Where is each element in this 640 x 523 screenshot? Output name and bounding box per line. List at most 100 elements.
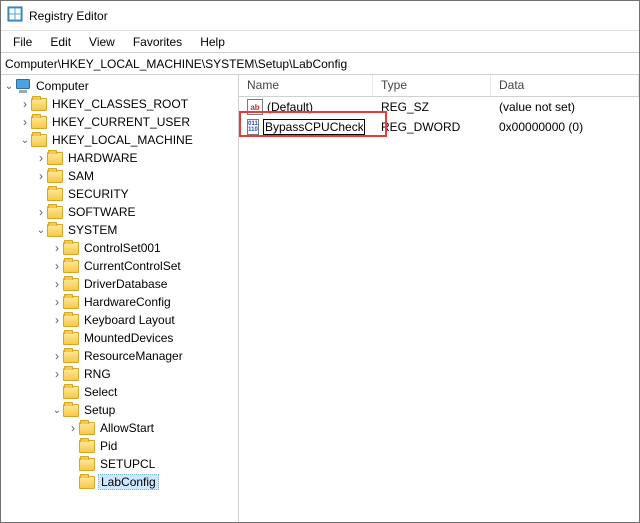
expander-icon[interactable] [51,259,63,273]
tree-label: Setup [82,403,117,417]
value-type: REG_SZ [373,100,491,114]
tree-node-hkcu[interactable]: HKEY_CURRENT_USER [1,113,238,131]
expander-icon[interactable] [51,313,63,327]
tree-label: SAM [66,169,96,183]
expander-icon[interactable] [51,349,63,363]
folder-icon [63,314,79,327]
column-header-data[interactable]: Data [491,75,639,96]
tree-label: Select [82,385,119,399]
tree-node-hklm[interactable]: HKEY_LOCAL_MACHINE [1,131,238,149]
address-text: Computer\HKEY_LOCAL_MACHINE\SYSTEM\Setup… [5,57,347,71]
menu-edit[interactable]: Edit [42,33,79,51]
window-title: Registry Editor [29,9,108,23]
value-data: (value not set) [491,100,639,114]
folder-icon [31,116,47,129]
value-type: REG_DWORD [373,120,491,134]
tree-label: DriverDatabase [82,277,169,291]
expander-icon[interactable] [19,135,31,146]
app-icon [7,6,23,25]
list-header: Name Type Data [239,75,639,97]
tree-label: SETUPCL [98,457,157,471]
column-header-type[interactable]: Type [373,75,491,96]
folder-icon [63,368,79,381]
tree-label: Pid [98,439,119,453]
expander-icon[interactable] [35,151,47,165]
dword-value-icon: 011110 [247,119,259,135]
tree-label: Keyboard Layout [82,313,177,327]
tree-node-resourcemanager[interactable]: ResourceManager [1,347,238,365]
tree-node-currentcontrolset[interactable]: CurrentControlSet [1,257,238,275]
folder-icon [63,260,79,273]
tree-node-allowstart[interactable]: AllowStart [1,419,238,437]
value-data: 0x00000000 (0) [491,120,639,134]
tree-node-labconfig[interactable]: LabConfig [1,473,238,491]
tree-node-system[interactable]: SYSTEM [1,221,238,239]
tree-label: SECURITY [66,187,131,201]
registry-tree[interactable]: Computer HKEY_CLASSES_ROOT HKEY_CURRENT_… [1,75,239,522]
folder-icon [63,404,79,417]
folder-icon [31,134,47,147]
folder-icon [63,242,79,255]
expander-icon[interactable] [51,277,63,291]
value-row-default[interactable]: ab (Default) REG_SZ (value not set) [239,97,639,117]
column-header-name[interactable]: Name [239,75,373,96]
tree-node-hardware[interactable]: HARDWARE [1,149,238,167]
tree-node-hardwareconfig[interactable]: HardwareConfig [1,293,238,311]
value-row-bypass[interactable]: 011110 REG_DWORD 0x00000000 (0) [239,117,639,137]
tree-node-mounteddevices[interactable]: MountedDevices [1,329,238,347]
title-bar: Registry Editor [1,1,639,31]
tree-node-software[interactable]: SOFTWARE [1,203,238,221]
tree-node-rng[interactable]: RNG [1,365,238,383]
tree-label: ResourceManager [82,349,185,363]
tree-node-setupcl[interactable]: SETUPCL [1,455,238,473]
folder-icon [47,170,63,183]
tree-node-keyboardlayout[interactable]: Keyboard Layout [1,311,238,329]
expander-icon[interactable] [35,225,47,236]
tree-node-hkcr[interactable]: HKEY_CLASSES_ROOT [1,95,238,113]
tree-label: HARDWARE [66,151,140,165]
value-name: (Default) [267,100,313,114]
menu-file[interactable]: File [5,33,40,51]
tree-node-computer[interactable]: Computer [1,77,238,95]
tree-label: SYSTEM [66,223,119,237]
folder-icon [31,98,47,111]
expander-icon[interactable] [51,405,63,416]
folder-icon [63,278,79,291]
expander-icon[interactable] [19,97,31,111]
menu-help[interactable]: Help [192,33,233,51]
computer-icon [15,79,31,93]
tree-node-select[interactable]: Select [1,383,238,401]
tree-node-controlset001[interactable]: ControlSet001 [1,239,238,257]
folder-icon [47,206,63,219]
tree-label: LabConfig [98,474,159,490]
tree-label: HardwareConfig [82,295,173,309]
expander-icon[interactable] [35,205,47,219]
tree-node-pid[interactable]: Pid [1,437,238,455]
expander-icon[interactable] [51,241,63,255]
menu-view[interactable]: View [81,33,123,51]
folder-icon [79,458,95,471]
tree-node-security[interactable]: SECURITY [1,185,238,203]
tree-node-sam[interactable]: SAM [1,167,238,185]
folder-icon [47,152,63,165]
menu-favorites[interactable]: Favorites [125,33,190,51]
tree-node-setup[interactable]: Setup [1,401,238,419]
folder-icon [79,440,95,453]
expander-icon[interactable] [67,421,79,435]
tree-node-driverdatabase[interactable]: DriverDatabase [1,275,238,293]
expander-icon[interactable] [51,295,63,309]
content-area: Computer HKEY_CLASSES_ROOT HKEY_CURRENT_… [1,75,639,522]
expander-icon[interactable] [19,115,31,129]
folder-icon [79,476,95,489]
expander-icon[interactable] [51,367,63,381]
value-list-pane: Name Type Data ab (Default) REG_SZ (valu… [239,75,639,522]
folder-icon [47,224,63,237]
expander-icon[interactable] [35,169,47,183]
address-bar[interactable]: Computer\HKEY_LOCAL_MACHINE\SYSTEM\Setup… [1,53,639,75]
tree-label: AllowStart [98,421,156,435]
value-name-edit[interactable] [263,119,365,135]
tree-label: MountedDevices [82,331,175,345]
expander-icon[interactable] [3,81,15,92]
tree-label: CurrentControlSet [82,259,183,273]
tree-label: Computer [34,79,91,93]
